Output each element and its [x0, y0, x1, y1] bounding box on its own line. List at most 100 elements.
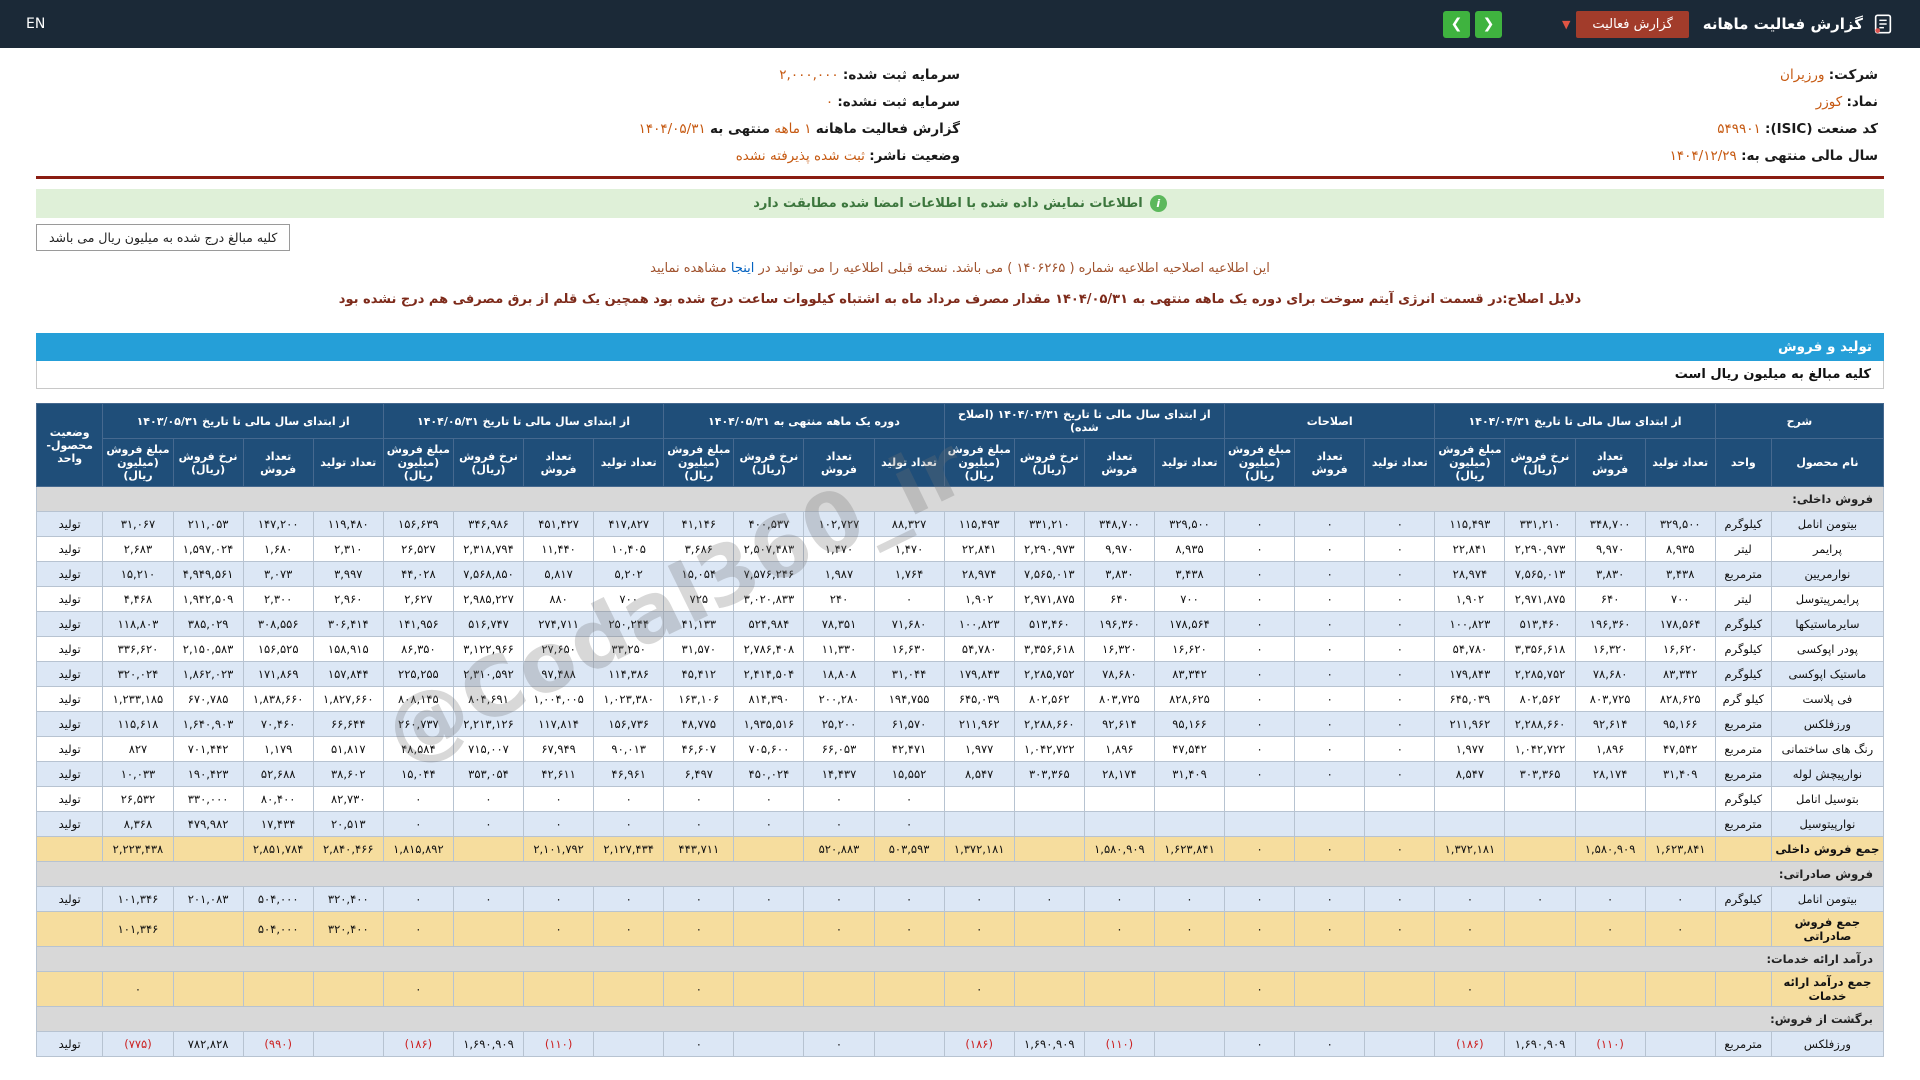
value-cell: ۷,۵۶۵,۰۱۳: [1014, 562, 1084, 587]
value-cell: [313, 1032, 383, 1057]
value-cell: ۴۷,۵۴۲: [1645, 737, 1715, 762]
value-cell: ۰: [453, 787, 523, 812]
value-cell: ۰: [1014, 887, 1084, 912]
value-cell: ۱۰,۰۳۳: [103, 762, 173, 787]
product-row: رنگ های ساختمانیمترمربع۴۷,۵۴۲۱,۸۹۶۱,۰۴۲,…: [37, 737, 1884, 762]
info-icon: i: [1150, 195, 1167, 212]
value-cell: ۱۰۲,۷۲۷: [804, 512, 874, 537]
table-header-columns: نام محصولواحدتعداد تولیدتعداد فروشنرخ فر…: [37, 439, 1884, 487]
product-name-cell: ورزفلکس: [1771, 1032, 1883, 1057]
value-cell: ۰: [1225, 887, 1295, 912]
value-cell: ۱,۸۱۵,۸۹۲: [383, 837, 453, 862]
value-cell: ۸۰۳,۷۲۵: [1084, 687, 1154, 712]
value-cell: ۱۴,۴۳۷: [804, 762, 874, 787]
chevron-down-icon[interactable]: ▼: [1562, 18, 1570, 31]
value-cell: ۱۵۸,۹۱۵: [313, 637, 383, 662]
value-cell: ۱۷۸,۵۶۴: [1645, 612, 1715, 637]
value-cell: ۴۶,۶۰۷: [664, 737, 734, 762]
value-cell: ۳۰۳,۳۶۵: [1014, 762, 1084, 787]
value-cell: ۹۲,۶۱۴: [1084, 712, 1154, 737]
value-cell: ۱,۶۹۰,۹۰۹: [1014, 1032, 1084, 1057]
unit-cell: کیلوگرم: [1715, 662, 1771, 687]
value-cell: ۸۸۰: [524, 587, 594, 612]
value-cell: ۸۲۸,۶۲۵: [1154, 687, 1224, 712]
value-cell: ۸۲۷: [103, 737, 173, 762]
value-cell: ۰: [524, 912, 594, 947]
col-subheader: تعداد فروش: [1295, 439, 1365, 487]
production-sales-section-bar: تولید و فروش: [36, 333, 1884, 361]
value-cell: ۲۶۰,۷۳۷: [383, 712, 453, 737]
col-group-header: از ابتدای سال مالی تا تاریخ ۱۴۰۴/۰۴/۳۱ (…: [944, 404, 1224, 439]
value-cell: [1084, 972, 1154, 1007]
product-name-cell: نوارپیچش لوله: [1771, 762, 1883, 787]
value-cell: ۰: [383, 887, 453, 912]
value-cell: ۳۲۹,۵۰۰: [1645, 512, 1715, 537]
value-cell: ۰: [1505, 887, 1575, 912]
status-cell: تولید: [37, 637, 103, 662]
value-cell: ۰: [734, 812, 804, 837]
value-cell: ۳۳۱,۲۱۰: [1014, 512, 1084, 537]
value-cell: [594, 1032, 664, 1057]
value-cell: [1435, 812, 1505, 837]
col-subheader: تعداد فروش: [1575, 439, 1645, 487]
table-amounts-note: کلیه مبالغ به میلیون ریال است: [36, 361, 1884, 389]
value-cell: ۰: [664, 812, 734, 837]
value-cell: ۰: [594, 887, 664, 912]
previous-report-button[interactable]: ❮: [1443, 11, 1470, 38]
value-cell: ۱۶,۳۲۰: [1084, 637, 1154, 662]
value-cell: ۱,۶۲۳,۸۴۱: [1154, 837, 1224, 862]
value-cell: ۰: [1365, 662, 1435, 687]
previous-version-link[interactable]: اینجا: [731, 261, 755, 276]
value-cell: ۳۰۶,۴۱۴: [313, 612, 383, 637]
value-cell: ۲,۲۹۰,۹۷۳: [1505, 537, 1575, 562]
unit-cell: [1715, 972, 1771, 1007]
value-cell: ۱,۶۴۰,۹۰۳: [173, 712, 243, 737]
value-cell: ۹۰,۰۱۳: [594, 737, 664, 762]
value-cell: ۰: [944, 972, 1014, 1007]
report-period-value: ۱ ماهه: [774, 121, 811, 137]
symbol-label: نماد:: [1846, 94, 1878, 110]
value-cell: ۰: [1225, 512, 1295, 537]
value-cell: ۱۱۵,۶۱۸: [103, 712, 173, 737]
value-cell: ۰: [1295, 562, 1365, 587]
value-cell: ۰: [804, 812, 874, 837]
value-cell: ۶۴۵,۰۳۹: [944, 687, 1014, 712]
value-cell: ۰: [664, 787, 734, 812]
value-cell: ۱۰۱,۳۴۶: [103, 912, 173, 947]
product-name-cell: بتوسیل انامل: [1771, 787, 1883, 812]
value-cell: ۱,۳۷۲,۱۸۱: [1435, 837, 1505, 862]
value-cell: ۰: [1435, 972, 1505, 1007]
col-subheader: نرخ فروش (ریال): [1014, 439, 1084, 487]
value-cell: ۲۱۱,۹۶۲: [944, 712, 1014, 737]
next-report-button[interactable]: ❯: [1475, 11, 1502, 38]
value-cell: ۰: [1225, 587, 1295, 612]
value-cell: [1645, 972, 1715, 1007]
value-cell: ۱۹۶,۳۶۰: [1084, 612, 1154, 637]
value-cell: [804, 972, 874, 1007]
value-cell: ۰: [1225, 687, 1295, 712]
value-cell: ۷۸۲,۸۲۸: [173, 1032, 243, 1057]
value-cell: ۷۱,۶۸۰: [874, 612, 944, 637]
value-cell: ۲۶,۵۳۲: [103, 787, 173, 812]
value-cell: ۶۷,۹۴۹: [524, 737, 594, 762]
value-cell: (۱۸۶): [944, 1032, 1014, 1057]
value-cell: [1225, 812, 1295, 837]
col-group-header: از ابتدای سال مالی تا تاریخ ۱۴۰۴/۰۵/۳۱: [383, 404, 663, 439]
value-cell: ۱۷۹,۸۴۳: [1435, 662, 1505, 687]
value-cell: ۰: [453, 887, 523, 912]
unit-cell: کیلوگرم: [1715, 637, 1771, 662]
unit-cell: [1715, 837, 1771, 862]
value-cell: ۳۳۱,۲۱۰: [1505, 512, 1575, 537]
report-type-dropdown[interactable]: گزارش فعالیت: [1576, 11, 1688, 38]
value-cell: ۰: [664, 912, 734, 947]
value-cell: ۷۰۵,۶۰۰: [734, 737, 804, 762]
value-cell: ۷۰۰: [594, 587, 664, 612]
status-cell: [37, 972, 103, 1007]
value-cell: ۲,۸۵۱,۷۸۴: [243, 837, 313, 862]
language-toggle-en[interactable]: EN: [26, 16, 45, 32]
value-cell: ۳۴۶,۹۸۶: [453, 512, 523, 537]
value-cell: ۳۴۸,۷۰۰: [1084, 512, 1154, 537]
value-cell: [1154, 1032, 1224, 1057]
value-cell: [453, 837, 523, 862]
value-cell: ۳,۸۳۰: [1575, 562, 1645, 587]
